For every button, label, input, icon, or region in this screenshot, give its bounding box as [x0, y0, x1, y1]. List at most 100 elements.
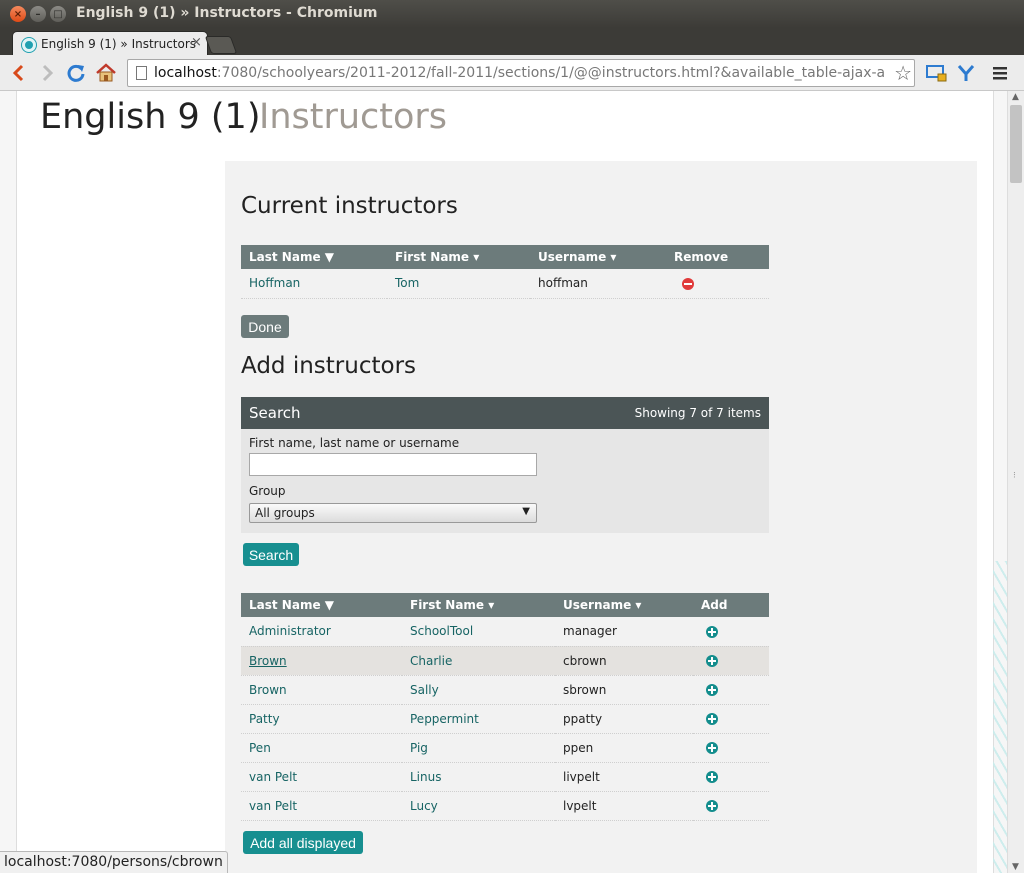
column-add: Add	[693, 593, 769, 617]
column-username[interactable]: Username ▾	[555, 593, 693, 617]
username-cell: hoffman	[530, 269, 666, 299]
minimize-window-button[interactable]: –	[30, 6, 46, 22]
forward-arrow-icon[interactable]	[36, 61, 60, 85]
add-icon[interactable]	[706, 800, 718, 812]
add-cell	[693, 646, 769, 676]
tab-close-icon[interactable]: ×	[191, 35, 202, 50]
first-name-link[interactable]: Peppermint	[402, 704, 555, 734]
page-title: English 9 (1)	[40, 97, 261, 137]
first-name-link[interactable]: Pig	[402, 733, 555, 763]
group-select[interactable]: All groups ▼	[249, 503, 537, 523]
username-cell: ppen	[555, 733, 693, 763]
search-panel: Search Showing 7 of 7 items First name, …	[241, 397, 769, 533]
username-cell: sbrown	[555, 675, 693, 705]
tab-label: English 9 (1) » Instructors	[41, 37, 197, 51]
table-row: van Pelt Linus livpelt	[241, 762, 769, 792]
column-username[interactable]: Username ▾	[530, 245, 666, 269]
url-text: localhost:7080/schoolyears/2011-2012/fal…	[154, 65, 884, 81]
column-last-name[interactable]: Last Name ▼	[241, 593, 402, 617]
add-icon[interactable]	[706, 771, 718, 783]
column-remove: Remove	[666, 245, 769, 269]
username-cell: livpelt	[555, 762, 693, 792]
table-row: Patty Peppermint ppatty	[241, 704, 769, 734]
vertical-scrollbar[interactable]: ▲ ⁝ ▼	[1007, 91, 1024, 873]
add-icon[interactable]	[706, 684, 718, 696]
first-name-link[interactable]: SchoolTool	[402, 617, 555, 647]
last-name-link[interactable]: Brown	[241, 646, 402, 676]
done-button[interactable]: Done	[241, 315, 289, 338]
group-field-label: Group	[249, 484, 286, 498]
first-name-link[interactable]: Lucy	[402, 791, 555, 821]
add-icon[interactable]	[706, 625, 718, 638]
new-tab-button[interactable]	[204, 36, 238, 54]
last-name-link[interactable]: van Pelt	[241, 791, 402, 821]
column-first-name[interactable]: First Name ▾	[402, 593, 555, 617]
current-instructors-table: Last Name ▼ First Name ▾ Username ▾ Remo…	[241, 245, 769, 299]
result-count: Showing 7 of 7 items	[634, 406, 761, 420]
username-cell: cbrown	[555, 646, 693, 676]
page-viewport: English 9 (1) Instructors Current instru…	[0, 91, 1024, 873]
close-window-button[interactable]: ×	[10, 6, 26, 22]
menu-icon[interactable]	[988, 61, 1012, 85]
last-name-link[interactable]: Administrator	[241, 617, 402, 647]
add-icon[interactable]	[706, 655, 718, 667]
table-row: van Pelt Lucy lvpelt	[241, 791, 769, 821]
window-titlebar: × – □ English 9 (1) » Instructors - Chro…	[0, 0, 1024, 28]
favicon-icon	[22, 38, 36, 52]
first-name-link[interactable]: Linus	[402, 762, 555, 792]
extension-icon[interactable]	[954, 61, 978, 85]
back-arrow-icon[interactable]	[6, 61, 30, 85]
scroll-up-icon[interactable]: ▲	[1012, 92, 1019, 102]
first-name-link[interactable]: Tom	[387, 269, 530, 299]
remove-icon[interactable]	[682, 277, 694, 290]
remove-cell	[666, 269, 769, 299]
cast-icon[interactable]	[924, 61, 948, 85]
last-name-link[interactable]: Pen	[241, 733, 402, 763]
add-icon[interactable]	[706, 713, 718, 725]
last-name-link[interactable]: Hoffman	[241, 269, 387, 299]
add-cell	[693, 617, 769, 647]
reload-icon[interactable]	[64, 61, 88, 85]
first-name-link[interactable]: Charlie	[402, 646, 555, 676]
window-controls: × – □	[10, 6, 66, 22]
tab-instructors[interactable]: English 9 (1) » Instructors ×	[12, 31, 208, 56]
first-name-link[interactable]: Sally	[402, 675, 555, 705]
search-header: Search Showing 7 of 7 items	[241, 397, 769, 429]
username-cell: ppatty	[555, 704, 693, 734]
add-instructors-heading: Add instructors	[241, 353, 417, 379]
table-row: Brown Sally sbrown	[241, 675, 769, 705]
add-cell	[693, 704, 769, 734]
search-input[interactable]	[249, 453, 537, 476]
dropdown-arrow-icon: ▼	[522, 506, 530, 517]
add-cell	[693, 791, 769, 821]
group-select-value: All groups	[255, 506, 315, 520]
address-bar[interactable]: localhost:7080/schoolyears/2011-2012/fal…	[127, 59, 915, 87]
username-cell: lvpelt	[555, 791, 693, 821]
add-all-displayed-button[interactable]: Add all displayed	[243, 831, 363, 854]
table-row: Hoffman Tom hoffman	[241, 269, 769, 299]
home-icon[interactable]	[94, 61, 118, 85]
column-last-name[interactable]: Last Name ▼	[241, 245, 387, 269]
scroll-down-icon[interactable]: ▼	[1012, 862, 1019, 872]
last-name-link[interactable]: van Pelt	[241, 762, 402, 792]
add-cell	[693, 762, 769, 792]
page-icon	[136, 66, 147, 80]
browser-toolbar: localhost:7080/schoolyears/2011-2012/fal…	[0, 55, 1024, 91]
status-bar: localhost:7080/persons/cbrown	[0, 851, 228, 873]
add-cell	[693, 675, 769, 705]
search-button[interactable]: Search	[243, 543, 299, 566]
scroll-grip-icon: ⁝	[1013, 471, 1016, 481]
last-name-link[interactable]: Brown	[241, 675, 402, 705]
column-first-name[interactable]: First Name ▾	[387, 245, 530, 269]
scroll-thumb[interactable]	[1010, 105, 1022, 183]
name-field-label: First name, last name or username	[249, 436, 460, 450]
window-title: English 9 (1) » Instructors - Chromium	[76, 5, 378, 21]
maximize-window-button[interactable]: □	[50, 6, 66, 22]
table-row: Brown Charlie cbrown	[241, 646, 769, 676]
add-cell	[693, 733, 769, 763]
last-name-link[interactable]: Patty	[241, 704, 402, 734]
table-row: Pen Pig ppen	[241, 733, 769, 763]
star-icon[interactable]: ☆	[894, 61, 912, 85]
add-icon[interactable]	[706, 742, 718, 754]
available-instructors-table: Last Name ▼ First Name ▾ Username ▾ Add …	[241, 593, 769, 821]
